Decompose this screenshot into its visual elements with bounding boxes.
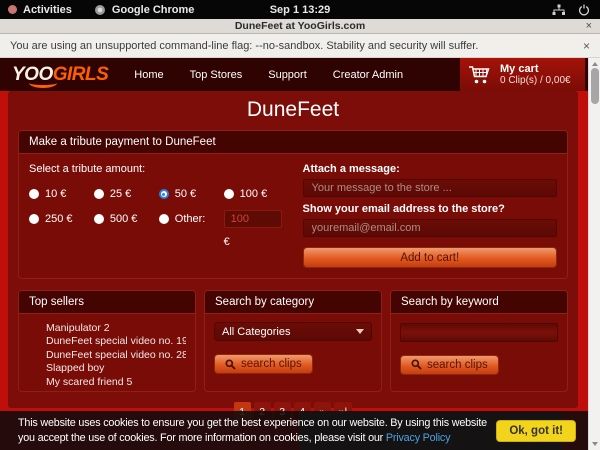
cart-widget[interactable]: My cart 0 Clip(s) / 0,00€ [460, 58, 585, 91]
list-item[interactable]: Manipulator 2 [46, 322, 186, 335]
amount-option[interactable]: Other: [159, 213, 224, 225]
amount-options: 10 € 25 € 50 € 100 € 250 € 500 € Other: … [29, 185, 289, 249]
site-logo[interactable]: YOOGIRLS [12, 65, 108, 84]
search-icon [225, 359, 236, 370]
clock[interactable]: Sep 1 13:29 [0, 4, 600, 16]
cart-icon [468, 65, 492, 85]
radio-icon [94, 189, 104, 199]
logo-smile-icon [29, 78, 57, 88]
amount-select-label: Select a tribute amount: [29, 163, 289, 175]
list-item[interactable]: DuneFeet special video no. 280 F [46, 349, 186, 362]
nav-item-support[interactable]: Support [268, 69, 307, 81]
activities-button[interactable]: Activities [8, 4, 72, 16]
cookie-text: This website uses cookies to ensure you … [18, 416, 490, 444]
search-category-panel: Search by category All Categories search… [204, 290, 382, 392]
category-selected-value: All Categories [222, 326, 290, 338]
category-select[interactable]: All Categories [214, 322, 372, 341]
app-name-label: Google Chrome [112, 4, 195, 16]
window-title: DuneFeet at YooGirls.com [0, 20, 600, 32]
network-icon[interactable] [552, 4, 566, 16]
scrollbar-thumb[interactable] [591, 68, 599, 104]
cookie-accept-button[interactable]: Ok, got it! [496, 420, 576, 442]
search-keyword-header: Search by keyword [391, 291, 567, 314]
search-category-header: Search by category [205, 291, 381, 314]
amount-option[interactable]: 25 € [94, 188, 159, 200]
nav-item-creator-admin[interactable]: Creator Admin [333, 69, 403, 81]
radio-icon [224, 189, 234, 199]
email-input[interactable] [303, 219, 557, 237]
radio-icon [29, 189, 39, 199]
list-item[interactable]: DuneFeet special video no. 195 T [46, 335, 186, 348]
cookie-banner: This website uses cookies to ensure you … [0, 411, 588, 450]
amount-option[interactable]: 10 € [29, 188, 94, 200]
site-header: YOOGIRLS Home Top Stores Support Creator… [0, 58, 588, 91]
active-app-menu[interactable]: Google Chrome [94, 4, 195, 16]
top-sellers-panel: Top sellers Manipulator 2 DuneFeet speci… [18, 290, 196, 392]
warning-close-icon[interactable]: × [583, 39, 590, 53]
other-amount-input[interactable] [224, 210, 282, 228]
tribute-panel-header: Make a tribute payment to DuneFeet [19, 131, 567, 154]
amount-option[interactable]: 500 € [94, 213, 159, 225]
top-sellers-header: Top sellers [19, 291, 195, 314]
radio-icon [29, 214, 39, 224]
browser-warning-bar: You are using an unsupported command-lin… [0, 34, 600, 58]
nav-item-top-stores[interactable]: Top Stores [190, 69, 243, 81]
email-label: Show your email address to the store? [303, 203, 557, 215]
amount-option[interactable]: 50 € [159, 188, 224, 200]
scroll-down-icon[interactable] [592, 442, 598, 446]
window-close-icon[interactable]: × [586, 20, 592, 32]
add-to-cart-button[interactable]: Add to cart! [303, 247, 557, 268]
message-label: Attach a message: [303, 163, 557, 175]
warning-text: You are using an unsupported command-lin… [10, 40, 478, 52]
amount-option[interactable]: 100 € [224, 188, 289, 200]
cart-title: My cart [500, 63, 571, 75]
activities-indicator-icon [8, 5, 17, 14]
radio-icon [159, 214, 169, 224]
search-clips-button[interactable]: search clips [400, 355, 499, 375]
page-scrollbar[interactable] [588, 58, 600, 450]
logo-text-girls: GIRLS [53, 64, 109, 85]
search-icon [411, 359, 422, 370]
privacy-policy-link[interactable]: Privacy Policy [386, 432, 450, 444]
cart-status: 0 Clip(s) / 0,00€ [500, 75, 571, 86]
chrome-icon [94, 4, 106, 16]
tribute-panel: Make a tribute payment to DuneFeet Selec… [18, 130, 568, 279]
chevron-down-icon [356, 329, 364, 334]
radio-icon [159, 189, 169, 199]
power-icon[interactable] [578, 4, 590, 16]
list-item[interactable]: My scared friend 5 [46, 376, 186, 389]
message-input[interactable] [303, 179, 557, 197]
main-container: DuneFeet Make a tribute payment to DuneF… [8, 91, 578, 408]
top-sellers-list: Manipulator 2 DuneFeet special video no.… [28, 322, 186, 389]
page-title: DuneFeet [18, 91, 568, 130]
search-keyword-panel: Search by keyword search clips [390, 290, 568, 392]
main-nav: Home Top Stores Support Creator Admin [134, 69, 403, 81]
amount-option[interactable]: 250 € [29, 213, 94, 225]
currency-label: € [224, 236, 289, 248]
activities-label: Activities [23, 4, 72, 16]
desktop-top-bar: Activities Google Chrome Sep 1 13:29 [0, 0, 600, 19]
keyword-input[interactable] [400, 323, 558, 342]
search-clips-button[interactable]: search clips [214, 354, 313, 374]
web-page: YOOGIRLS Home Top Stores Support Creator… [0, 58, 600, 450]
list-item[interactable]: Slapped boy [46, 362, 186, 375]
radio-icon [94, 214, 104, 224]
window-title-bar: DuneFeet at YooGirls.com × [0, 19, 600, 34]
nav-item-home[interactable]: Home [134, 69, 163, 81]
scroll-up-icon[interactable] [592, 62, 598, 66]
